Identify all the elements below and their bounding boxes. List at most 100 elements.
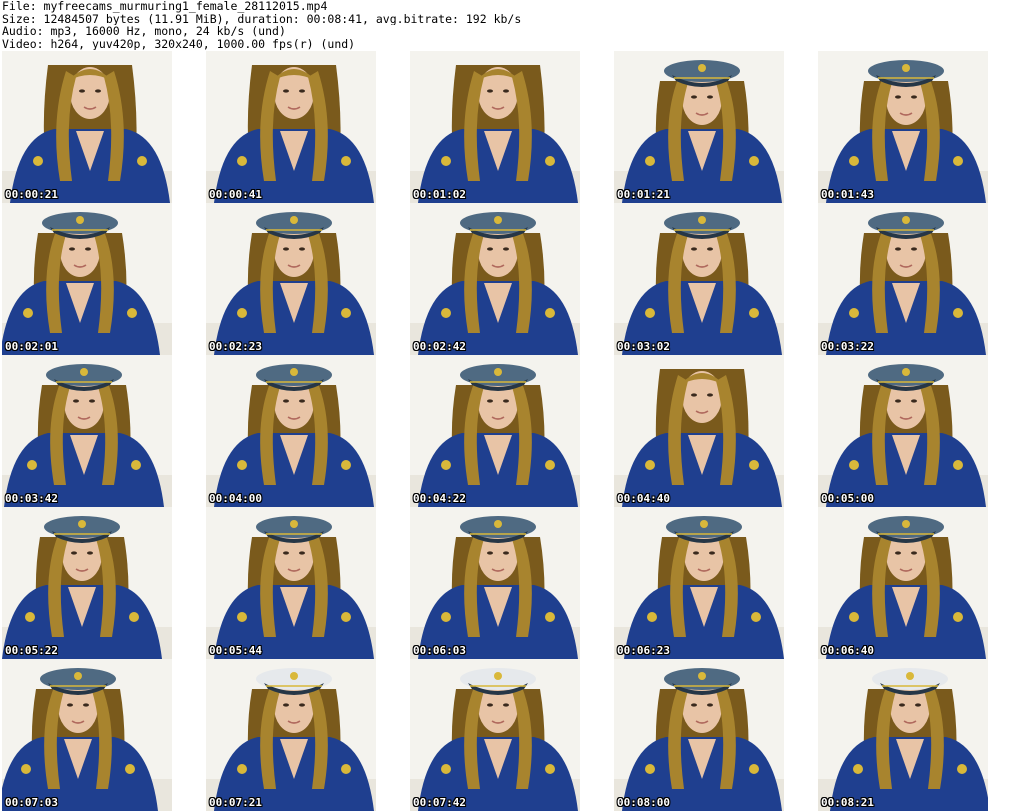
eye <box>487 399 493 403</box>
cap-badge <box>290 216 298 224</box>
frame-timestamp: 00:06:23 <box>617 644 670 657</box>
anchor-insignia <box>341 764 351 774</box>
anchor-insignia <box>849 460 859 470</box>
anchor-insignia <box>237 460 247 470</box>
eye <box>95 89 101 93</box>
anchor-insignia <box>849 308 859 318</box>
frame-image <box>410 203 580 355</box>
cap-badge <box>902 520 910 528</box>
eye <box>69 247 75 251</box>
anchor-insignia <box>953 460 963 470</box>
file-name-line: File: myfreecams_murmuring1_female_28112… <box>2 0 328 13</box>
cap-badge <box>700 520 708 528</box>
frame-timestamp: 00:07:42 <box>413 796 466 809</box>
eye <box>487 703 493 707</box>
anchor-insignia <box>21 764 31 774</box>
video-frame-thumbnail: 00:05:22 <box>2 507 172 659</box>
anchor-insignia <box>27 460 37 470</box>
cap-badge <box>698 216 706 224</box>
frame-image <box>410 355 580 507</box>
eye <box>691 703 697 707</box>
anchor-insignia <box>749 308 759 318</box>
cap-badge <box>290 368 298 376</box>
frame-timestamp: 00:01:02 <box>413 188 466 201</box>
eye <box>895 247 901 251</box>
cap-badge <box>698 672 706 680</box>
frame-timestamp: 00:06:40 <box>821 644 874 657</box>
anchor-insignia <box>127 308 137 318</box>
eye <box>283 703 289 707</box>
anchor-insignia <box>441 612 451 622</box>
anchor-insignia <box>853 764 863 774</box>
frame-timestamp: 00:07:03 <box>5 796 58 809</box>
cap-badge <box>78 520 86 528</box>
frame-timestamp: 00:02:01 <box>5 340 58 353</box>
anchor-insignia <box>237 764 247 774</box>
video-frame-thumbnail: 00:07:03 <box>2 659 172 811</box>
frame-image <box>614 203 784 355</box>
anchor-insignia <box>441 308 451 318</box>
eye <box>79 89 85 93</box>
cap-badge <box>290 520 298 528</box>
cap-badge <box>76 216 84 224</box>
eye <box>899 703 905 707</box>
frame-image <box>206 51 376 203</box>
anchor-insignia <box>751 612 761 622</box>
video-frame-thumbnail: 00:01:21 <box>614 51 784 203</box>
eye <box>503 89 509 93</box>
frame-image <box>2 355 172 507</box>
video-frame-thumbnail: 00:05:00 <box>818 355 988 507</box>
frame-image <box>410 507 580 659</box>
video-info-line: Video: h264, yuv420p, 320x240, 1000.00 f… <box>2 37 356 50</box>
eye <box>895 95 901 99</box>
eye <box>299 551 305 555</box>
frame-image <box>614 659 784 811</box>
info-header: File: myfreecams_murmuring1_female_28112… <box>2 0 1022 50</box>
anchor-insignia <box>33 156 43 166</box>
eye <box>691 95 697 99</box>
eye <box>911 399 917 403</box>
frame-image <box>614 355 784 507</box>
eye <box>707 393 713 397</box>
video-frame-thumbnail: 00:08:00 <box>614 659 784 811</box>
frame-timestamp: 00:06:03 <box>413 644 466 657</box>
eye <box>693 551 699 555</box>
frame-image <box>818 355 988 507</box>
anchor-insignia <box>545 308 555 318</box>
anchor-insignia <box>137 156 147 166</box>
eye <box>503 399 509 403</box>
eye <box>915 703 921 707</box>
eye <box>707 247 713 251</box>
anchor-insignia <box>545 612 555 622</box>
anchor-insignia <box>647 612 657 622</box>
frame-image <box>818 203 988 355</box>
frame-timestamp: 00:07:21 <box>209 796 262 809</box>
anchor-insignia <box>23 308 33 318</box>
eye <box>707 703 713 707</box>
eye <box>299 247 305 251</box>
eye <box>707 95 713 99</box>
anchor-insignia <box>953 308 963 318</box>
cap-badge <box>902 368 910 376</box>
anchor-insignia <box>237 308 247 318</box>
eye <box>911 247 917 251</box>
anchor-insignia <box>341 460 351 470</box>
eye <box>89 399 95 403</box>
video-frame-thumbnail: 00:06:23 <box>614 507 784 659</box>
anchor-insignia <box>341 308 351 318</box>
anchor-insignia <box>957 764 967 774</box>
frame-image <box>206 355 376 507</box>
audio-info-line: Audio: mp3, 16000 Hz, mono, 24 kb/s (und… <box>2 25 286 38</box>
video-frame-thumbnail: 00:08:21 <box>818 659 988 811</box>
frame-image <box>206 507 376 659</box>
anchor-insignia <box>749 764 759 774</box>
video-frame-thumbnail: 00:03:22 <box>818 203 988 355</box>
anchor-insignia <box>545 156 555 166</box>
video-frame-thumbnail: 00:05:44 <box>206 507 376 659</box>
anchor-insignia <box>645 308 655 318</box>
frame-image <box>818 659 988 811</box>
frame-image <box>410 659 580 811</box>
video-frame-thumbnail: 00:02:23 <box>206 203 376 355</box>
eye <box>283 247 289 251</box>
frame-image <box>206 659 376 811</box>
